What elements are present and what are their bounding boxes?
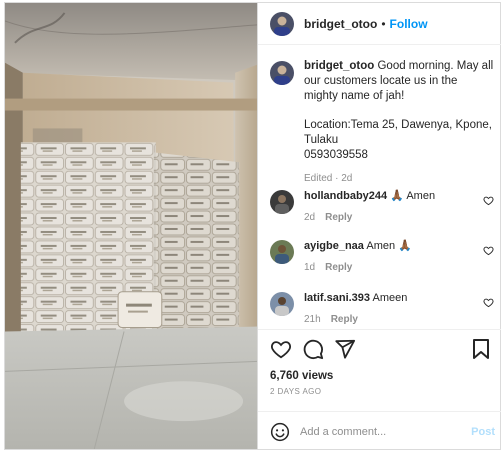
- caption-body: bridget_otoo Good morning. May all our c…: [304, 59, 494, 186]
- comment-icon[interactable]: [302, 338, 324, 360]
- heart-icon[interactable]: [483, 245, 494, 256]
- comment-input[interactable]: [300, 425, 460, 438]
- caption-meta: Edited · 2d: [304, 173, 353, 184]
- comment-time: 2d: [304, 212, 316, 223]
- comment-time: 1d: [304, 262, 316, 273]
- reply-button[interactable]: Reply: [331, 314, 358, 325]
- share-icon[interactable]: [334, 338, 356, 360]
- avatar[interactable]: [270, 190, 294, 214]
- caption-location: Location:Tema 25, Dawenya, Kpone, Tulaku…: [304, 119, 492, 161]
- post-caption: bridget_otoo Good morning. May all our c…: [270, 59, 494, 186]
- emoji-icon[interactable]: [270, 422, 290, 442]
- post-date: 2 DAYS AGO: [270, 387, 322, 396]
- comment-username[interactable]: latif.sani.393: [304, 292, 370, 304]
- reply-button[interactable]: Reply: [325, 212, 352, 223]
- comment-item: ayigbe_naa Amen 🙏🏾 1d Reply: [270, 239, 494, 273]
- post-comment-button[interactable]: Post: [471, 426, 495, 438]
- comment-text: 🙏🏾 Amen: [390, 190, 436, 202]
- comment-username[interactable]: hollandbaby244: [304, 190, 387, 202]
- comment-username[interactable]: ayigbe_naa: [304, 240, 364, 252]
- comment-composer: Post: [258, 411, 501, 451]
- heart-icon[interactable]: [483, 195, 494, 206]
- caption-text: bridget_otoo Good morning. May all our c…: [304, 59, 494, 104]
- reply-button[interactable]: Reply: [325, 262, 352, 273]
- comment-item: hollandbaby244 🙏🏾 Amen 2d Reply: [270, 189, 494, 223]
- comment-time: 21h: [304, 314, 321, 325]
- bookmark-icon[interactable]: [471, 338, 491, 360]
- post-actions: 6,760 views 2 DAYS AGO: [258, 329, 501, 421]
- post-side-panel: bridget_otoo • Follow bridget_otoo Good …: [258, 2, 501, 450]
- avatar[interactable]: [270, 240, 294, 264]
- heart-icon[interactable]: [270, 338, 292, 360]
- views-count: 6,760 views: [270, 370, 334, 382]
- caption-username[interactable]: bridget_otoo: [304, 60, 374, 72]
- comment-text: Ameen: [372, 292, 408, 304]
- post-media[interactable]: [4, 2, 258, 450]
- cement-bags-photo: [5, 3, 257, 449]
- comment-item: latif.sani.393 Ameen 21h Reply: [270, 291, 494, 325]
- avatar[interactable]: [270, 11, 294, 36]
- separator-dot: •: [381, 16, 386, 31]
- avatar[interactable]: [270, 292, 294, 316]
- avatar[interactable]: [270, 61, 294, 85]
- follow-button[interactable]: Follow: [390, 17, 428, 31]
- heart-icon[interactable]: [483, 297, 494, 308]
- post-header: bridget_otoo • Follow: [258, 3, 501, 45]
- post-username[interactable]: bridget_otoo: [304, 17, 377, 31]
- comment-text: Amen 🙏🏾: [366, 240, 412, 252]
